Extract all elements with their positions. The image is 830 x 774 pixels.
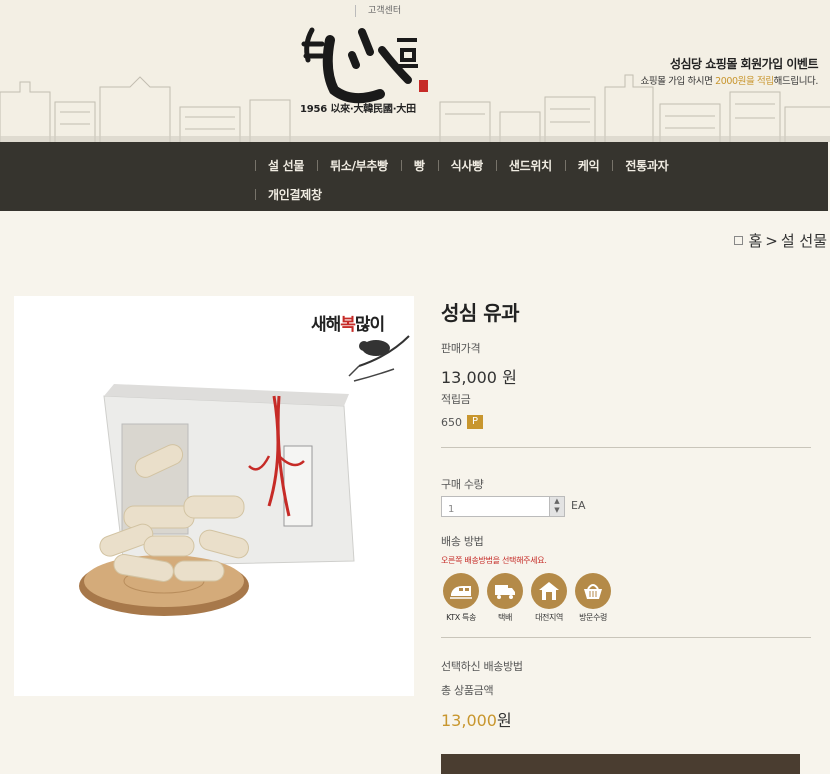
nav-item[interactable]: 설 선물 — [255, 157, 317, 174]
nav-item[interactable]: 식사빵 — [437, 157, 496, 174]
promo-highlight: 2000원을 적립 — [715, 76, 774, 87]
breadcrumb-separator: > — [765, 231, 778, 250]
nav-item[interactable]: 튀소/부추빵 — [317, 157, 401, 174]
shipping-option-pickup[interactable]: 방문수령 — [573, 573, 613, 623]
breadcrumb-current[interactable]: 설 선물 — [781, 230, 827, 251]
shipping-option-parcel[interactable]: 택배 — [485, 573, 525, 623]
quantity-stepper: ▲ ▼ — [441, 496, 565, 519]
basket-icon — [575, 573, 611, 609]
product-price: 13,000 원 — [441, 368, 517, 387]
truck-icon — [487, 573, 523, 609]
nav-item[interactable]: 빵 — [400, 157, 438, 174]
stepper-down-icon[interactable]: ▼ — [550, 506, 564, 515]
home-square-icon — [734, 236, 744, 245]
product-image: 새해복많이 — [14, 296, 414, 696]
main-nav-row-2: 개인결제창 — [255, 186, 335, 203]
points-value: 650 — [441, 415, 462, 429]
divider — [441, 637, 811, 638]
main-nav-row-1: 설 선물 튀소/부추빵 빵 식사빵 샌드위치 케익 전통과자 — [255, 157, 681, 174]
shipping-option-ktx[interactable]: KTX 특송 — [441, 573, 481, 623]
bird-illustration — [348, 335, 410, 382]
promo-text: 쇼핑몰 가입 하시면 2000원을 적립해드립니다. — [640, 76, 819, 87]
nav-item[interactable]: 전통과자 — [612, 157, 681, 174]
breadcrumb: 홈 > 설 선물 — [734, 230, 827, 251]
logo-tagline: 1956 以來·大韓民國·大田 — [300, 104, 416, 115]
main-nav: 설 선물 튀소/부추빵 빵 식사빵 샌드위치 케익 전통과자 개인결제창 — [0, 142, 828, 211]
buy-button[interactable] — [441, 754, 800, 774]
quantity-stepper-buttons: ▲ ▼ — [549, 497, 564, 516]
shipping-label: 배송 방법 — [441, 535, 484, 548]
promo-title[interactable]: 성심당 쇼핑몰 회원가입 이벤트 — [670, 55, 819, 72]
product-name: 성심 유과 — [441, 301, 520, 325]
site-header: 고객센터 1956 以來·大韓民國·大田 성심당 쇼핑몰 회원가입 이벤트 쇼핑… — [0, 0, 830, 142]
points-row: 650 P — [441, 415, 483, 429]
customer-center-link[interactable]: 고객센터 — [355, 5, 401, 17]
train-icon — [443, 573, 479, 609]
total-label: 총 상품금액 — [441, 684, 494, 697]
quantity-label: 구매 수량 — [441, 478, 484, 491]
shipping-option-daejeon[interactable]: 대전지역 — [529, 573, 569, 623]
selected-shipping-label: 선택하신 배송방법 — [441, 660, 523, 673]
house-icon — [531, 573, 567, 609]
quantity-input[interactable] — [442, 500, 548, 519]
nav-item[interactable]: 케익 — [564, 157, 612, 174]
nav-item[interactable]: 개인결제창 — [255, 186, 335, 203]
quantity-unit: EA — [571, 499, 586, 512]
total-price: 13,000원 — [441, 711, 512, 730]
product-photo — [79, 335, 410, 616]
shipping-note: 오른쪽 배송방법을 선택해주세요. — [441, 556, 547, 565]
price-label: 판매가격 — [441, 342, 481, 355]
nav-item[interactable]: 샌드위치 — [495, 157, 565, 174]
points-label: 적립금 — [441, 393, 471, 406]
stepper-up-icon[interactable]: ▲ — [550, 497, 564, 506]
points-icon: P — [467, 415, 483, 429]
breadcrumb-home[interactable]: 홈 — [748, 230, 762, 251]
divider — [441, 447, 811, 448]
